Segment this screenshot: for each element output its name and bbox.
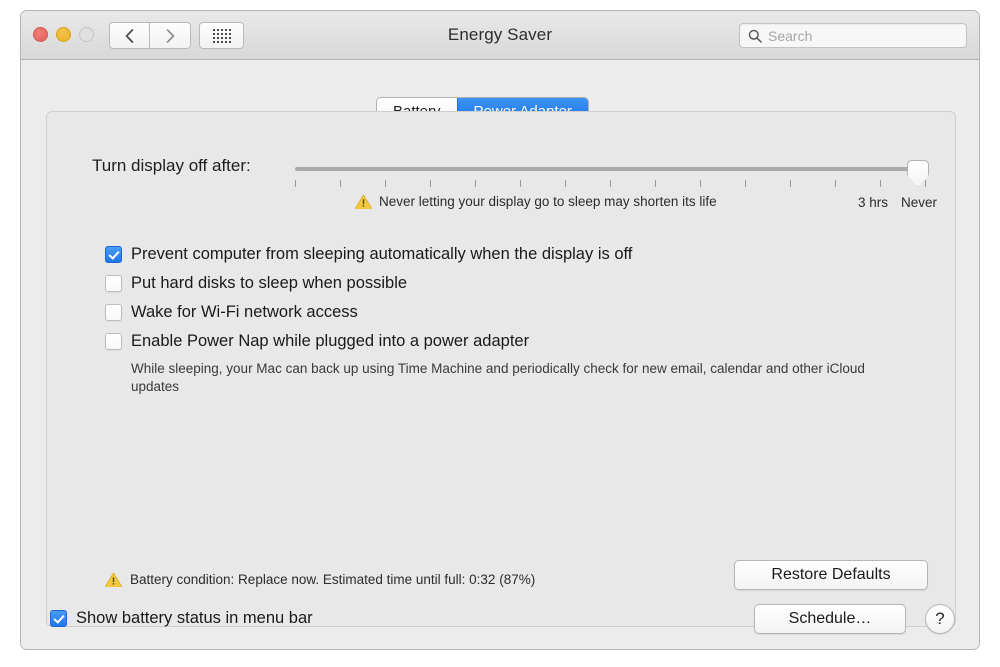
slider-tick	[565, 180, 566, 187]
warning-triangle-icon	[105, 572, 122, 587]
checkbox-row[interactable]: Put hard disks to sleep when possible	[105, 273, 935, 294]
slider-track[interactable]	[295, 167, 925, 171]
option-hard-disk-sleep: Put hard disks to sleep when possible	[105, 273, 935, 294]
warning-triangle-icon	[355, 194, 372, 209]
search-icon	[748, 29, 762, 43]
show-battery-status-checkbox[interactable]	[50, 610, 67, 627]
energy-saver-window: Energy Saver Search Battery Power Adapte…	[20, 10, 980, 650]
prevent-sleep-label: Prevent computer from sleeping automatic…	[131, 245, 633, 263]
window-bottom-bar: Show battery status in menu bar Schedule…	[21, 594, 979, 649]
slider-tick	[880, 180, 881, 187]
wake-for-wifi-label: Wake for Wi-Fi network access	[131, 303, 358, 321]
search-placeholder: Search	[768, 27, 813, 44]
hard-disk-sleep-checkbox[interactable]	[105, 275, 122, 292]
slider-tick-marks	[295, 180, 926, 188]
option-prevent-sleep: Prevent computer from sleeping automatic…	[105, 244, 935, 265]
slider-tick-label-3hrs: 3 hrs	[858, 195, 889, 210]
slider-tick	[520, 180, 521, 187]
search-field[interactable]: Search	[739, 23, 967, 48]
checkbox-row[interactable]: Prevent computer from sleeping automatic…	[105, 244, 935, 265]
battery-condition-text: Battery condition: Replace now. Estimate…	[130, 572, 536, 587]
wake-for-wifi-checkbox[interactable]	[105, 304, 122, 321]
option-power-nap: Enable Power Nap while plugged into a po…	[105, 331, 935, 396]
energy-options-list: Prevent computer from sleeping automatic…	[105, 244, 935, 396]
slider-tick	[385, 180, 386, 187]
option-wake-for-wifi: Wake for Wi-Fi network access	[105, 302, 935, 323]
slider-tick	[745, 180, 746, 187]
hard-disk-sleep-label: Put hard disks to sleep when possible	[131, 274, 408, 292]
show-battery-status-label: Show battery status in menu bar	[76, 609, 313, 627]
tab-panel: Turn display off after: Never letting yo…	[46, 111, 956, 627]
schedule-button[interactable]: Schedule…	[754, 604, 906, 634]
power-nap-checkbox[interactable]	[105, 333, 122, 350]
battery-condition-status: Battery condition: Replace now. Estimate…	[105, 572, 535, 587]
slider-warning-message: Never letting your display go to sleep m…	[355, 194, 717, 209]
slider-tick	[655, 180, 656, 187]
slider-tick	[925, 180, 926, 187]
help-button[interactable]: ?	[925, 604, 955, 634]
slider-tick	[340, 180, 341, 187]
slider-tick	[475, 180, 476, 187]
slider-tick	[295, 180, 296, 187]
slider-tick	[430, 180, 431, 187]
power-nap-description: While sleeping, your Mac can back up usi…	[131, 361, 865, 394]
window-titlebar: Energy Saver Search	[21, 11, 979, 60]
slider-tick	[610, 180, 611, 187]
power-nap-label: Enable Power Nap while plugged into a po…	[131, 332, 530, 350]
display-sleep-slider[interactable]: Never letting your display go to sleep m…	[295, 160, 952, 230]
slider-warning-text: Never letting your display go to sleep m…	[379, 194, 717, 209]
preference-pane-content: Battery Power Adapter Turn display off a…	[21, 60, 979, 649]
slider-tick	[700, 180, 701, 187]
show-battery-status-row[interactable]: Show battery status in menu bar	[50, 608, 313, 629]
checkbox-row[interactable]: Wake for Wi-Fi network access	[105, 302, 935, 323]
turn-display-off-label: Turn display off after:	[92, 156, 251, 175]
slider-tick-label-never: Never	[901, 195, 938, 210]
slider-tick	[790, 180, 791, 187]
slider-tick	[835, 180, 836, 187]
checkbox-row[interactable]: Enable Power Nap while plugged into a po…	[105, 331, 935, 352]
restore-defaults-button[interactable]: Restore Defaults	[734, 560, 928, 590]
prevent-sleep-checkbox[interactable]	[105, 246, 122, 263]
